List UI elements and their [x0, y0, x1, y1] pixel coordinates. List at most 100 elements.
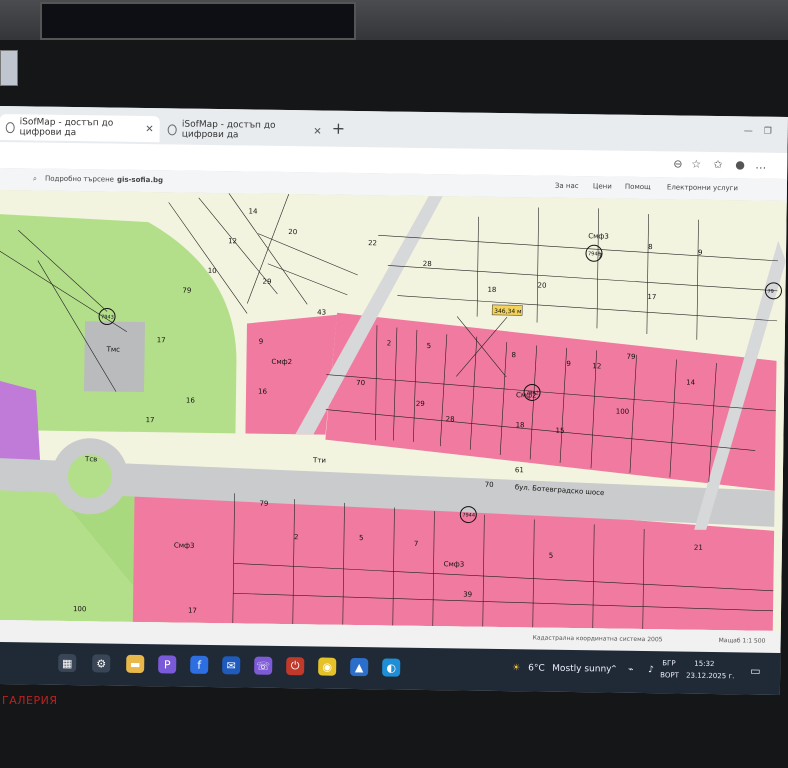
parcel-number: 9	[566, 360, 571, 368]
gray-block	[84, 321, 145, 393]
site-name: gis-sofia.bg	[116, 175, 164, 185]
new-tab-button[interactable]: +	[332, 119, 346, 138]
notifications-icon[interactable]: ▭	[750, 665, 761, 678]
parcel-number: 21	[694, 544, 703, 552]
parcel-number: 100	[616, 408, 629, 416]
parcel-number: 8	[512, 351, 517, 359]
volume-icon[interactable]: ♪	[648, 665, 654, 675]
side-thumbnail	[0, 50, 18, 86]
parcel-number: 2	[294, 533, 299, 541]
marker-label: 7944	[462, 512, 475, 518]
file-explorer-icon[interactable]: ▬	[126, 654, 145, 674]
photos-icon[interactable]: ▲	[350, 657, 369, 677]
language-label[interactable]: БГР	[662, 659, 675, 667]
scale-tag: 346,34 м	[491, 304, 523, 316]
parcel-number: 100	[73, 605, 86, 613]
zoom-icon[interactable]: ⊖	[673, 157, 682, 170]
tab-isofmap-1[interactable]: iSofMap - достъп до цифрови да ✕	[0, 113, 160, 143]
parcel-number: 20	[288, 228, 297, 236]
eservices-link[interactable]: Електронни услуги	[667, 183, 738, 192]
pink-zone-west	[245, 314, 338, 435]
parcel-number: 61	[515, 466, 524, 474]
facebook-icon[interactable]: f	[190, 655, 209, 674]
parcel-number: 29	[263, 278, 272, 286]
parcel-number: 18	[487, 286, 496, 294]
power-icon[interactable]: ⏻	[286, 657, 305, 676]
network-icon[interactable]: ⌁	[628, 665, 634, 675]
parcel-number: 10	[208, 267, 217, 275]
search-icon[interactable]: ⌕	[33, 174, 37, 183]
advanced-search-link[interactable]: Подробно търсене	[45, 175, 114, 184]
weather-icon[interactable]: ☀	[512, 663, 520, 673]
parcel-number: 14	[686, 379, 696, 387]
parcel-number: 7	[414, 540, 419, 548]
tab-label: iSofMap - достъп до цифрови да	[19, 117, 114, 139]
parcel-number: 5	[359, 534, 364, 542]
app-p-icon[interactable]: P	[158, 655, 177, 674]
zone-label: Смф2	[271, 358, 292, 366]
weather-desc[interactable]: Mostly sunny	[552, 664, 611, 675]
marker-label: 7940	[588, 251, 601, 257]
help-link[interactable]: Помощ	[625, 183, 651, 191]
parcel-number: 20	[537, 282, 546, 290]
prices-link[interactable]: Цени	[593, 182, 612, 190]
parcel-number: 17	[188, 607, 197, 615]
clock-time[interactable]: 15:32	[694, 660, 714, 668]
scale-label: Мащаб 1:1 500	[718, 637, 766, 645]
tab-isofmap-2[interactable]: iSofMap - достъп до цифрови да ✕	[162, 116, 328, 144]
about-link[interactable]: За нас	[555, 182, 579, 190]
parcel-number: 29	[416, 400, 425, 408]
parcel-number: 79	[627, 353, 636, 361]
parcel-number: 16	[186, 397, 196, 405]
zone-label: Тти	[312, 456, 326, 464]
favorites-icon[interactable]: ✩	[713, 158, 722, 171]
marker-label: 7943	[101, 314, 114, 320]
close-icon[interactable]: ✕	[313, 126, 322, 137]
close-icon[interactable]: ✕	[145, 124, 154, 135]
screen: iSofMap - достъп до цифрови да ✕ iSofMap…	[0, 106, 788, 695]
star-icon[interactable]: ☆	[691, 158, 701, 171]
scale-tag-text: 346,34 м	[494, 308, 522, 315]
parcel-number: 16	[258, 388, 268, 396]
coord-system-label: Кадастрална координатна система 2005	[532, 634, 663, 644]
background-monitor	[40, 2, 356, 40]
zone-label: Смф3	[588, 232, 609, 240]
parcel-number: 5	[427, 342, 432, 350]
day-label: ВОРТ	[660, 671, 679, 680]
profile-icon[interactable]: ●	[735, 158, 745, 171]
map-canvas[interactable]: 14 12 10 20 22 29 43 9 16 79 17 16 17 70…	[0, 189, 787, 631]
parcel-number: 15	[555, 427, 564, 435]
parcel-number: 39	[463, 591, 472, 599]
marker-label: 7942	[526, 390, 539, 396]
parcel-number: 22	[368, 239, 377, 247]
minimize-icon[interactable]: —	[744, 126, 753, 136]
settings-icon[interactable]: ⚙	[92, 654, 111, 673]
parcel-number: 79	[182, 287, 191, 295]
parcel-number: 9	[698, 249, 703, 257]
chrome-icon[interactable]: ◉	[318, 657, 337, 676]
viber-icon[interactable]: ☏	[254, 656, 273, 675]
parcel-number: 28	[423, 260, 432, 268]
mail-icon[interactable]: ✉	[222, 656, 241, 675]
edge-icon[interactable]: ◐	[382, 658, 401, 677]
parcel-number: 17	[157, 336, 166, 344]
parcel-number: 79	[259, 500, 268, 508]
maximize-icon[interactable]: ❐	[764, 127, 772, 137]
parcel-number: 43	[317, 308, 326, 316]
globe-icon	[5, 121, 15, 133]
parcel-number: 70	[356, 379, 365, 387]
parcel-number: 28	[446, 415, 455, 423]
parcel-number: 8	[648, 243, 653, 251]
parcel-number: 5	[549, 552, 554, 560]
tray-chevron-icon[interactable]: ⌃	[610, 665, 618, 675]
clock-date[interactable]: 23.12.2025 г.	[686, 672, 734, 681]
tab-label: iSofMap - достъп до цифрови да	[181, 119, 276, 141]
zone-label: Тсв	[84, 455, 97, 463]
cadastral-map[interactable]: 14 12 10 20 22 29 43 9 16 79 17 16 17 70…	[0, 189, 787, 631]
task-view-icon[interactable]: ▦	[58, 653, 77, 673]
weather-temp[interactable]: 6°C	[528, 663, 545, 673]
photo-overlay-text: ГАЛЕРИЯ	[2, 694, 58, 707]
parcel-number: 17	[146, 416, 155, 424]
zone-label: Тмс	[106, 345, 121, 353]
more-icon[interactable]: …	[755, 159, 766, 172]
